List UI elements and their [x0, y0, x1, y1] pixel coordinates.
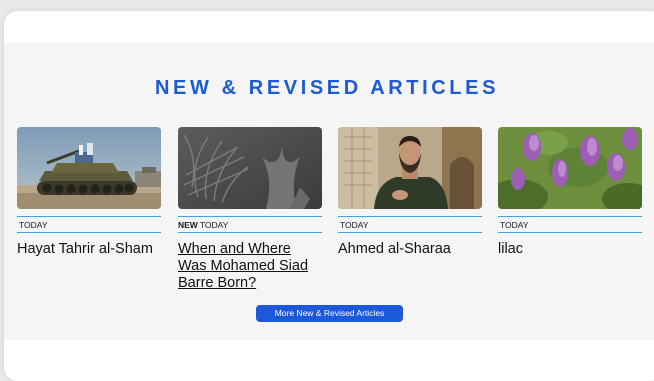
article-thumbnail-lilac[interactable]	[498, 127, 642, 209]
article-meta: TODAY	[338, 216, 482, 233]
article-meta: TODAY	[17, 216, 161, 233]
top-strip	[4, 11, 654, 43]
portrait-image	[338, 127, 482, 209]
tank-image	[17, 127, 161, 209]
section-title: NEW & REVISED ARTICLES	[154, 77, 500, 99]
article-meta: TODAY	[498, 216, 642, 233]
article-title[interactable]: Hayat Tahrir al-Sham	[17, 241, 161, 258]
article-card[interactable]: TODAY Hayat Tahrir al-Sham	[17, 127, 161, 258]
article-title[interactable]: lilac	[498, 241, 642, 258]
more-articles-button[interactable]: More New & Revised Articles	[256, 305, 403, 322]
article-card[interactable]: TODAY Ahmed al-Sharaa	[338, 127, 482, 258]
article-thumbnail-tank[interactable]	[17, 127, 161, 209]
article-date: TODAY	[500, 220, 529, 230]
bottom-strip	[4, 340, 654, 381]
article-title[interactable]: Ahmed al-Sharaa	[338, 241, 482, 258]
article-card[interactable]: NEW TODAY When and Where Was Mohamed Siad…	[178, 127, 322, 292]
article-date: TODAY	[199, 220, 229, 230]
article-title-link[interactable]: When and Where Was Mohamed Siad Barre Bo…	[178, 241, 322, 292]
thistle-placeholder-image	[178, 127, 322, 209]
article-date: TODAY	[340, 220, 369, 230]
article-date: TODAY	[19, 220, 48, 230]
article-meta: NEW TODAY	[178, 216, 322, 233]
new-badge: NEW	[178, 220, 198, 230]
article-card[interactable]: TODAY lilac	[498, 127, 642, 258]
article-thumbnail-placeholder[interactable]	[178, 127, 322, 209]
article-thumbnail-portrait[interactable]	[338, 127, 482, 209]
lilac-flowers-image	[498, 127, 642, 209]
